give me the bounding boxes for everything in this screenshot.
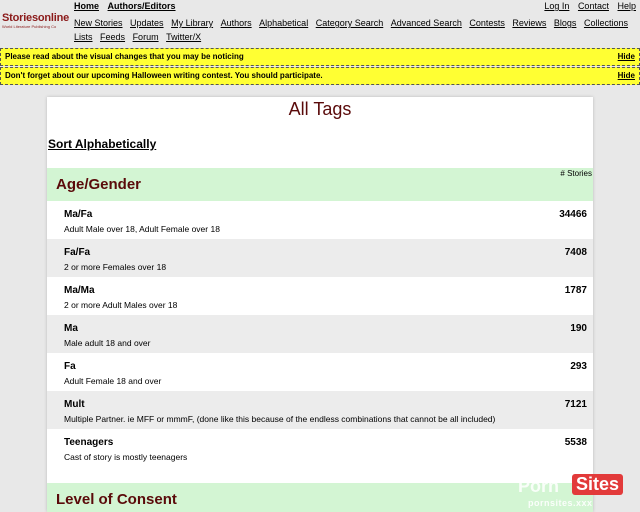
tag-name-link[interactable]: Fa/Fa — [64, 247, 90, 258]
tag-description: 2 or more Adult Males over 18 — [64, 300, 178, 310]
tag-row: Mult Multiple Partner. ie MFF or mmmF, (… — [47, 391, 593, 429]
tag-row: Ma/Fa Adult Male over 18, Adult Female o… — [47, 201, 593, 239]
nav-advanced-search[interactable]: Advanced Search — [391, 16, 462, 30]
nav-home-link[interactable]: Home — [74, 1, 99, 11]
section-title: Age/Gender — [56, 176, 142, 193]
login-link[interactable]: Log In — [544, 1, 569, 11]
help-link[interactable]: Help — [617, 1, 636, 11]
sort-alphabetically-link[interactable]: Sort Alphabetically — [48, 137, 156, 151]
nav-lists[interactable]: Lists — [74, 30, 93, 44]
nav-feeds[interactable]: Feeds — [100, 30, 125, 44]
watermark-logo: Porn Sites pornsites.xxx — [518, 473, 638, 511]
nav-authors-editors-link[interactable]: Authors/Editors — [108, 1, 176, 11]
section-header-level-of-consent: Level of Consent — [47, 483, 593, 512]
tag-row: Ma/Ma 2 or more Adult Males over 18 1787 — [47, 277, 593, 315]
tags-panel: All Tags Sort Alphabetically Age/Gender … — [47, 97, 593, 512]
nav-authors[interactable]: Authors — [221, 16, 252, 30]
tag-count: 7408 — [564, 247, 587, 258]
account-nav: Log In Contact Help — [538, 1, 636, 11]
tag-name-link[interactable]: Ma — [64, 323, 78, 334]
nav-alphabetical[interactable]: Alphabetical — [259, 16, 308, 30]
contact-link[interactable]: Contact — [578, 1, 609, 11]
nav-reviews[interactable]: Reviews — [512, 16, 546, 30]
page-title: All Tags — [288, 99, 352, 119]
tag-count: 7121 — [564, 399, 587, 410]
section-title: Level of Consent — [56, 491, 177, 508]
notice-text[interactable]: Please read about the visual changes tha… — [5, 52, 244, 61]
tag-count: 293 — [570, 361, 587, 372]
stories-count-header: # Stories — [560, 169, 592, 178]
tag-count: 34466 — [559, 209, 587, 220]
tag-description: Multiple Partner. ie MFF or mmmF, (done … — [64, 414, 496, 424]
watermark-url: pornsites.xxx — [528, 498, 593, 508]
nav-new-stories[interactable]: New Stories — [74, 16, 123, 30]
logo-main-text: Storiesonline — [2, 12, 70, 24]
notice-banner: Don't forget about our upcoming Hallowee… — [0, 67, 640, 85]
notice-text[interactable]: Don't forget about our upcoming Hallowee… — [5, 71, 323, 80]
logo-sub-text: World Literature Publishing Co — [2, 24, 57, 29]
tag-description: Cast of story is mostly teenagers — [64, 452, 188, 462]
tag-count: 5538 — [564, 437, 587, 448]
tag-row: Fa/Fa 2 or more Females over 18 7408 — [47, 239, 593, 277]
site-header: Storiesonline World Literature Publishin… — [0, 0, 640, 46]
tag-count: 190 — [570, 323, 587, 334]
nav-category-search[interactable]: Category Search — [316, 16, 384, 30]
tag-description: Male adult 18 and over — [64, 338, 151, 348]
nav-updates[interactable]: Updates — [130, 16, 164, 30]
tag-name-link[interactable]: Teenagers — [64, 437, 113, 448]
site-logo[interactable]: Storiesonline World Literature Publishin… — [2, 12, 72, 29]
nav-collections[interactable]: Collections — [584, 16, 628, 30]
tag-row: Teenagers Cast of story is mostly teenag… — [47, 429, 593, 467]
nav-blogs[interactable]: Blogs — [554, 16, 577, 30]
tag-name-link[interactable]: Fa — [64, 361, 76, 372]
main-nav: New Stories Updates My Library Authors A… — [74, 16, 640, 44]
nav-contests[interactable]: Contests — [469, 16, 505, 30]
tag-name-link[interactable]: Ma/Ma — [64, 285, 95, 296]
nav-my-library[interactable]: My Library — [171, 16, 213, 30]
nav-forum[interactable]: Forum — [133, 30, 159, 44]
notice-hide-link[interactable]: Hide — [618, 49, 635, 65]
top-nav: Home Authors/Editors — [74, 1, 182, 11]
tag-count: 1787 — [564, 285, 587, 296]
tag-description: 2 or more Females over 18 — [64, 262, 167, 272]
nav-twitter[interactable]: Twitter/X — [166, 30, 201, 44]
tag-name-link[interactable]: Ma/Fa — [64, 209, 92, 220]
tag-description: Adult Male over 18, Adult Female over 18 — [64, 224, 220, 234]
tag-name-link[interactable]: Mult — [64, 399, 85, 410]
tag-row: Fa Adult Female 18 and over 293 — [47, 353, 593, 391]
notice-banner: Please read about the visual changes tha… — [0, 48, 640, 66]
watermark-badge: Sites — [572, 474, 624, 495]
section-header-age-gender: Age/Gender # Stories — [47, 168, 593, 201]
watermark-text: Porn — [518, 476, 560, 496]
notice-hide-link[interactable]: Hide — [618, 68, 635, 84]
tag-description: Adult Female 18 and over — [64, 376, 162, 386]
tag-row: Ma Male adult 18 and over 190 — [47, 315, 593, 353]
